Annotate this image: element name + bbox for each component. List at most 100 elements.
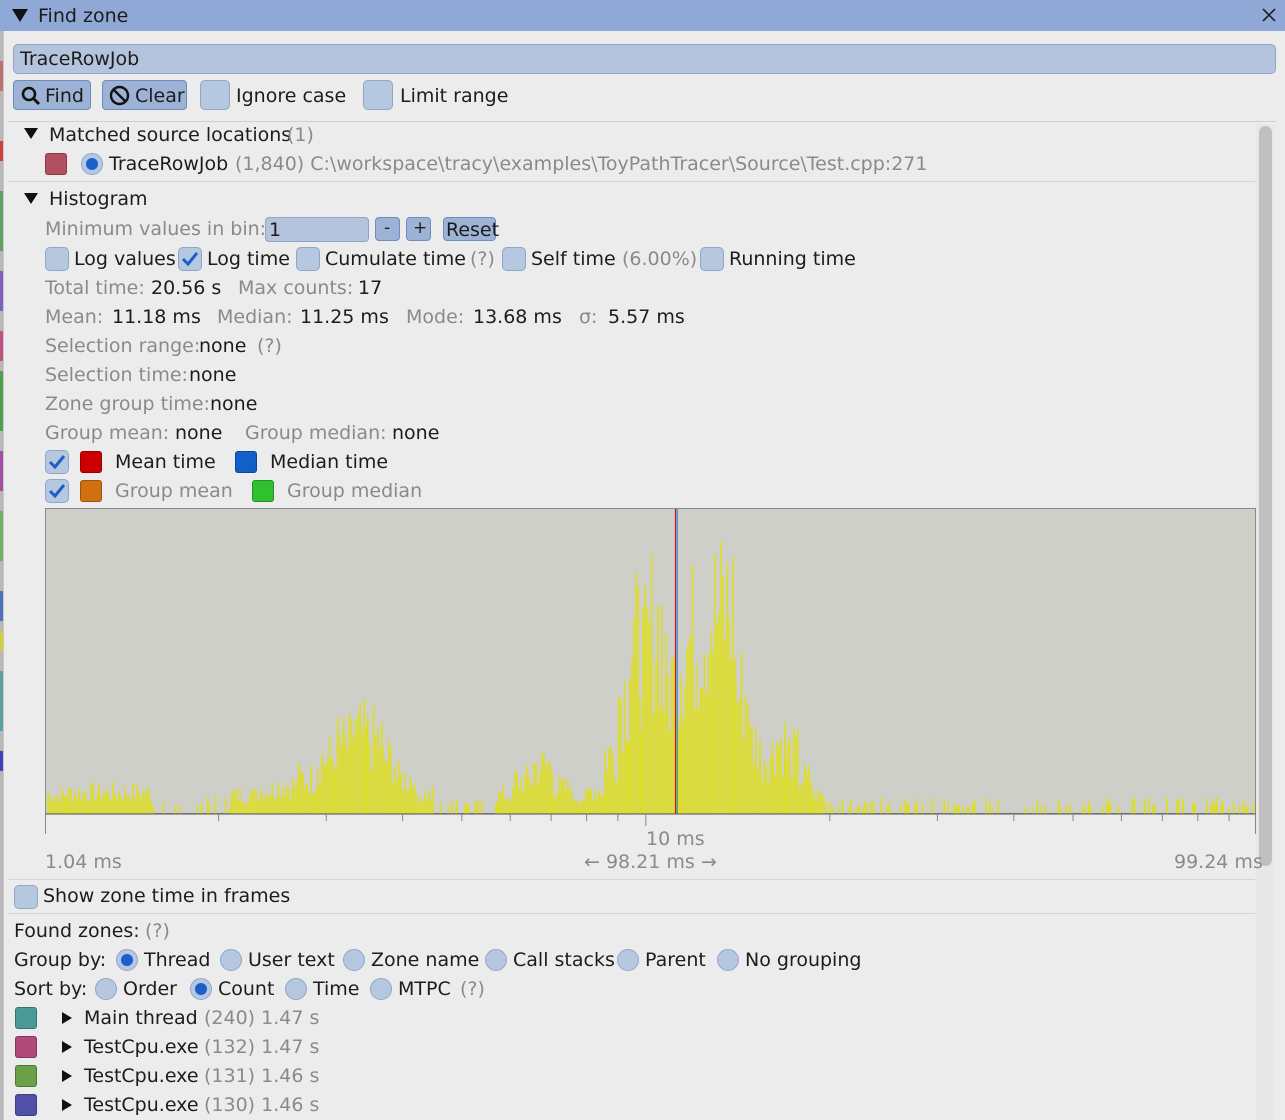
limit-range-label: Limit range: [400, 85, 509, 107]
checkmark-icon: [181, 252, 199, 267]
search-icon: [21, 86, 41, 106]
selection-time-value: none: [189, 364, 237, 386]
running-time-checkbox[interactable]: [700, 247, 724, 271]
cumulate-time-hint[interactable]: (?): [470, 250, 495, 269]
checkmark-icon: [48, 484, 66, 499]
show-frames-checkbox[interactable]: [14, 885, 38, 909]
selection-range-hint[interactable]: (?): [257, 337, 282, 356]
mean-time-color-swatch: [80, 451, 102, 473]
min-bin-input[interactable]: 1: [265, 217, 369, 242]
expand-icon[interactable]: [62, 1012, 72, 1024]
thread-name: TestCpu.exe: [84, 1065, 199, 1087]
thread-info: (240) 1.47 s: [204, 1007, 320, 1029]
histogram-chart[interactable]: [45, 508, 1256, 818]
sort-by-time-label: Time: [313, 978, 360, 1000]
sort-by-count-radio[interactable]: [190, 978, 212, 1000]
expand-icon[interactable]: [62, 1099, 72, 1111]
limit-range-checkbox[interactable]: [363, 80, 393, 110]
log-values-label: Log values: [74, 248, 176, 270]
histogram-header[interactable]: Histogram: [49, 190, 148, 209]
scroll-area-frame: [8, 121, 1276, 122]
sort-by-mtpc-radio[interactable]: [370, 978, 392, 1000]
group-by-user-text-label: User text: [248, 949, 335, 971]
axis-left-label: 1.04 ms: [45, 851, 122, 873]
cumulate-time-checkbox[interactable]: [296, 247, 320, 271]
source-radio[interactable]: [81, 153, 103, 175]
collapse-icon[interactable]: [12, 9, 28, 23]
axis-mid-label: 10 ms: [646, 828, 705, 850]
separator: [8, 913, 1255, 914]
mean-label: Mean:: [45, 306, 104, 328]
matched-collapse-icon[interactable]: [24, 128, 38, 140]
log-values-checkbox[interactable]: [45, 247, 69, 271]
sort-by-label: Sort by:: [14, 978, 88, 1000]
reset-button[interactable]: Reset: [443, 217, 499, 241]
min-bin-plus-button[interactable]: +: [406, 217, 431, 241]
histogram-bin: [334, 713, 353, 814]
separator: [8, 879, 1255, 880]
show-frames-label: Show zone time in frames: [43, 885, 291, 907]
thread-color-swatch: [15, 1007, 37, 1029]
sort-by-hint[interactable]: (?): [460, 980, 485, 999]
min-bin-minus-button[interactable]: -: [375, 217, 400, 241]
running-time-label: Running time: [729, 248, 856, 270]
clear-button[interactable]: Clear: [102, 80, 187, 110]
group-by-zone-name-radio[interactable]: [343, 949, 365, 971]
ignore-case-checkbox[interactable]: [200, 80, 230, 110]
thread-color-swatch: [15, 1094, 37, 1116]
group-median-label: Group median:: [245, 422, 387, 444]
zone-group-time-value: none: [210, 393, 258, 415]
min-bin-label: Minimum values in bin:: [45, 218, 267, 240]
mode-value: 13.68 ms: [473, 306, 562, 328]
group-by-no-grouping-radio[interactable]: [717, 949, 739, 971]
group-by-parent-radio[interactable]: [617, 949, 639, 971]
thread-info: (130) 1.46 s: [204, 1094, 320, 1116]
self-time-checkbox[interactable]: [502, 247, 526, 271]
max-counts-value: 17: [358, 277, 383, 299]
found-zones-hint[interactable]: (?): [145, 922, 170, 941]
mode-label: Mode:: [406, 306, 465, 328]
group-by-thread-radio[interactable]: [116, 949, 138, 971]
group-mean-checkbox[interactable]: [45, 479, 69, 503]
sigma-label: σ:: [579, 306, 598, 328]
axis-right-label: 99.24 ms: [1174, 851, 1263, 873]
log-time-checkbox[interactable]: [178, 247, 202, 271]
sort-by-order-radio[interactable]: [95, 978, 117, 1000]
group-by-call-stacks-radio[interactable]: [485, 949, 507, 971]
selection-time-label: Selection time:: [45, 364, 188, 386]
group-by-call-stacks-label: Call stacks: [513, 949, 615, 971]
log-time-label: Log time: [207, 248, 290, 270]
zone-group-time-label: Zone group time:: [45, 393, 210, 415]
self-time-percent: (6.00%): [622, 248, 698, 270]
find-button[interactable]: Find: [13, 80, 91, 110]
sort-by-order-label: Order: [123, 978, 177, 1000]
selection-range-label: Selection range:: [45, 335, 201, 357]
matched-count: (1): [287, 124, 314, 146]
found-zones-label: Found zones:: [14, 920, 140, 942]
sort-by-time-radio[interactable]: [285, 978, 307, 1000]
group-by-user-text-radio[interactable]: [220, 949, 242, 971]
group-median-marker-label: Group median: [287, 480, 423, 502]
thread-info: (132) 1.47 s: [204, 1036, 320, 1058]
mean-time-checkbox[interactable]: [45, 450, 69, 474]
scrollbar-thumb[interactable]: [1259, 126, 1272, 866]
expand-icon[interactable]: [62, 1070, 72, 1082]
median-time-color-swatch: [235, 451, 257, 473]
mean-time-label: Mean time: [115, 451, 216, 473]
title-bar[interactable]: Find zone: [0, 0, 1285, 31]
matched-header[interactable]: Matched source locations: [49, 126, 291, 145]
group-mean-label: Group mean:: [45, 422, 170, 444]
mean-value: 11.18 ms: [112, 306, 201, 328]
source-name[interactable]: TraceRowJob: [109, 155, 228, 174]
selection-range-value: none: [199, 335, 247, 357]
group-median-color-swatch: [252, 480, 274, 502]
group-by-zone-name-label: Zone name: [371, 949, 480, 971]
histogram-collapse-icon[interactable]: [24, 193, 38, 205]
source-color-swatch: [45, 153, 67, 175]
close-icon[interactable]: [1261, 7, 1277, 23]
search-input[interactable]: TraceRowJob: [13, 44, 1276, 74]
cumulate-time-label: Cumulate time: [325, 248, 466, 270]
separator: [8, 181, 1255, 182]
sort-by-mtpc-label: MTPC: [398, 978, 451, 1000]
expand-icon[interactable]: [62, 1041, 72, 1053]
